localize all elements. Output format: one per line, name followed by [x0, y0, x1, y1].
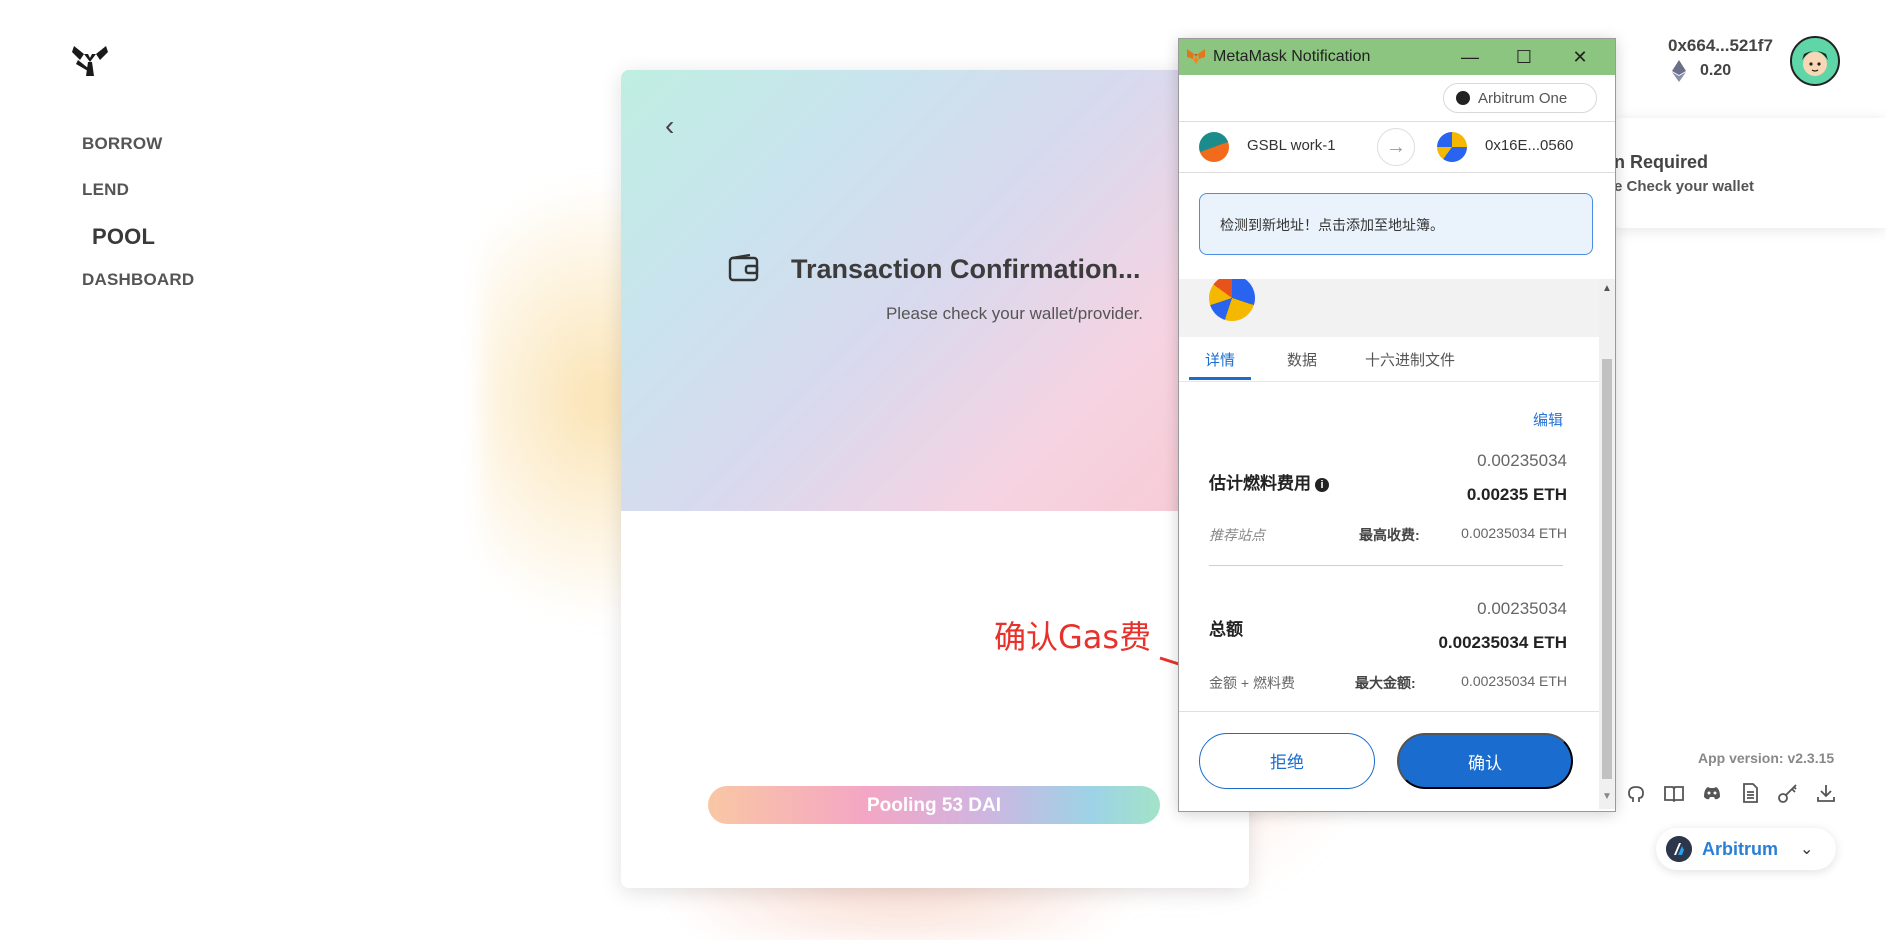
- close-icon[interactable]: ✕: [1565, 43, 1595, 71]
- gas-fee-hint: 推荐站点: [1209, 527, 1265, 543]
- tab-details[interactable]: 详情: [1205, 349, 1235, 370]
- total-value: 0.00235034: [1477, 599, 1567, 618]
- nav-borrow[interactable]: BORROW: [82, 134, 163, 154]
- total-eth: 0.00235034 ETH: [1438, 633, 1567, 652]
- footer-icons: [1624, 782, 1838, 806]
- nav-dashboard[interactable]: DASHBOARD: [82, 270, 194, 290]
- to-account-avatar: [1437, 132, 1467, 162]
- key-icon[interactable]: [1776, 782, 1800, 806]
- contract-avatar: [1209, 279, 1255, 321]
- chevron-down-icon: ⌄: [1800, 841, 1814, 858]
- gas-fee-eth: 0.00235 ETH: [1466, 485, 1567, 504]
- gas-fee-value: 0.00235034: [1477, 451, 1567, 470]
- network-pill-label: Arbitrum One: [1478, 89, 1568, 107]
- active-tab-indicator: [1189, 377, 1251, 380]
- arbitrum-icon: [1666, 836, 1692, 862]
- divider: [1179, 711, 1599, 712]
- github-icon[interactable]: [1624, 782, 1648, 806]
- details-tabs: 详情 数据 十六进制文件: [1179, 337, 1599, 382]
- network-pill[interactable]: Arbitrum One: [1443, 83, 1597, 113]
- info-icon[interactable]: i: [1315, 478, 1329, 492]
- app-logo-icon[interactable]: [70, 40, 110, 80]
- wallet-icon: [728, 253, 759, 282]
- eth-icon: [1672, 60, 1686, 82]
- network-label: Arbitrum: [1702, 838, 1778, 859]
- gas-fee-label-text: 估计燃料费用: [1209, 474, 1311, 493]
- gas-fee-label: 估计燃料费用 i: [1209, 469, 1329, 494]
- scroll-thumb[interactable]: [1602, 359, 1612, 779]
- pooling-button[interactable]: Pooling 53 DAI: [708, 786, 1160, 824]
- notification-text: e Check your wallet: [1614, 178, 1755, 195]
- tab-data[interactable]: 数据: [1287, 349, 1317, 370]
- scroll-down-icon[interactable]: ▼: [1599, 791, 1615, 802]
- divider: [1209, 565, 1563, 566]
- annotation-label: 确认Gas费: [994, 618, 1152, 656]
- metamask-title: MetaMask Notification: [1213, 48, 1371, 65]
- app-version: App version: v2.3.15: [1698, 750, 1835, 766]
- notification-panel: n Required e Check your wallet: [1614, 118, 1886, 228]
- network-selector[interactable]: Arbitrum ⌄: [1656, 828, 1836, 870]
- network-dot-icon: [1456, 91, 1470, 105]
- metamask-fox-icon: [1187, 49, 1205, 64]
- gas-max-value: 0.00235034 ETH: [1461, 525, 1567, 541]
- wallet-address[interactable]: 0x664...521f7: [1668, 36, 1773, 56]
- total-label: 总额: [1209, 620, 1243, 639]
- scroll-up-icon[interactable]: ▲: [1599, 283, 1615, 294]
- transaction-subtitle: Please check your wallet/provider.: [885, 304, 1143, 323]
- new-address-alert[interactable]: 检测到新地址！点击添加至地址簿。: [1199, 193, 1593, 255]
- book-icon[interactable]: [1662, 782, 1686, 806]
- avatar-face-icon: [1802, 51, 1828, 76]
- scrollbar[interactable]: ▲ ▼: [1599, 279, 1615, 809]
- nav-pool[interactable]: POOL: [92, 224, 155, 250]
- discord-icon[interactable]: [1700, 782, 1724, 806]
- total-max-label: 最大金额:: [1355, 675, 1416, 691]
- metamask-window: MetaMask Notification — ☐ ✕ Arbitrum One…: [1178, 38, 1616, 812]
- contract-band: [1179, 279, 1599, 337]
- avatar[interactable]: [1790, 36, 1840, 86]
- gas-max-label: 最高收费:: [1359, 527, 1420, 543]
- wallet-balance: 0.20: [1700, 62, 1732, 79]
- from-account-avatar: [1199, 132, 1229, 162]
- divider: [1179, 172, 1615, 173]
- chevron-left-icon[interactable]: ‹: [665, 110, 674, 142]
- tab-hex[interactable]: 十六进制文件: [1365, 349, 1455, 370]
- notification-title: n Required: [1614, 152, 1709, 172]
- arrow-right-icon: →: [1377, 128, 1415, 166]
- card-gradient-header: ‹ Transaction Confirmation... Please che…: [621, 70, 1249, 511]
- total-max-value: 0.00235034 ETH: [1461, 673, 1567, 689]
- download-icon[interactable]: [1814, 782, 1838, 806]
- document-icon[interactable]: [1738, 782, 1762, 806]
- confirm-button[interactable]: 确认: [1397, 733, 1573, 789]
- transaction-card: ‹ Transaction Confirmation... Please che…: [621, 70, 1249, 888]
- to-account-address[interactable]: 0x16E...0560: [1485, 137, 1573, 154]
- details-scroll-area: 详情 数据 十六进制文件 编辑 估计燃料费用 i 0.00235034 0.002…: [1179, 279, 1599, 749]
- transaction-title: Transaction Confirmation...: [791, 254, 1141, 284]
- metamask-titlebar: MetaMask Notification — ☐ ✕: [1179, 39, 1615, 75]
- edit-gas-link[interactable]: 编辑: [1533, 409, 1563, 430]
- total-hint: 金额 + 燃料费: [1209, 675, 1295, 691]
- nav-lend[interactable]: LEND: [82, 180, 129, 200]
- account-row: GSBL work-1 → 0x16E...0560: [1179, 122, 1615, 172]
- reject-button[interactable]: 拒绝: [1199, 733, 1375, 789]
- maximize-icon[interactable]: ☐: [1509, 43, 1539, 71]
- minimize-icon[interactable]: —: [1455, 43, 1485, 71]
- from-account-name[interactable]: GSBL work-1: [1247, 137, 1336, 154]
